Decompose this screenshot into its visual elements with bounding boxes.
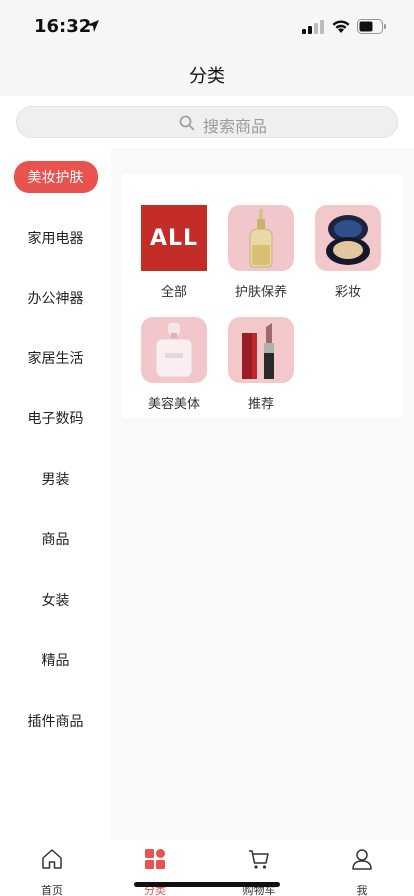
user-icon — [352, 849, 372, 870]
subcategory-recommended[interactable]: 推荐 — [224, 317, 298, 417]
subcategory-label: 推荐 — [247, 397, 274, 412]
cart-icon — [249, 850, 269, 869]
tab-home[interactable]: 首页 — [12, 846, 92, 896]
search-bar: 搜索商品 — [0, 96, 414, 148]
nav-bar: 分类 — [0, 50, 414, 96]
sidebar-item-products[interactable]: 商品 — [0, 519, 111, 559]
status-bar: 16:32 — [0, 0, 414, 50]
sidebar-item-label: 男装 — [41, 472, 70, 488]
subcategory-label: 护肤保养 — [234, 285, 287, 300]
subcategory-label: 彩妆 — [334, 285, 361, 300]
subcategory-panel: ALL 全部 护肤保养 彩妆 美容美体 推荐 — [121, 174, 403, 418]
tab-bar: 首页 分类 购物车 我 — [0, 840, 414, 896]
subcategory-all[interactable]: ALL 全部 — [137, 205, 211, 305]
sidebar-item-menswear[interactable]: 男装 — [0, 459, 111, 499]
sidebar-item-electronics[interactable]: 电子数码 — [0, 398, 111, 438]
sidebar-item-label: 家用电器 — [27, 231, 84, 247]
sidebar-item-label: 办公神器 — [27, 291, 84, 307]
home-indicator — [134, 882, 280, 887]
sidebar-item-label: 家居生活 — [27, 351, 84, 367]
battery-icon — [357, 19, 386, 34]
search-icon — [179, 115, 195, 131]
sidebar-item-boutique[interactable]: 精品 — [0, 640, 111, 680]
page-title: 分类 — [189, 66, 225, 87]
sidebar-item-appliances[interactable]: 家用电器 — [0, 218, 111, 258]
sidebar-item-label: 电子数码 — [27, 411, 84, 427]
subcategory-makeup[interactable]: 彩妆 — [311, 205, 385, 305]
wifi-icon — [332, 20, 350, 33]
subcategory-label: 全部 — [160, 285, 187, 300]
category-icon — [145, 849, 165, 869]
cushion-compact-thumbnail — [315, 205, 381, 271]
sidebar-item-plugin-products[interactable]: 插件商品 — [0, 701, 111, 741]
sidebar-item-womenswear[interactable]: 女装 — [0, 580, 111, 620]
perfume-bottle-thumbnail — [141, 317, 207, 383]
search-placeholder: 搜索商品 — [203, 117, 268, 136]
search-input[interactable]: 搜索商品 — [16, 106, 398, 138]
tab-me[interactable]: 我 — [322, 846, 402, 896]
sidebar-item-office[interactable]: 办公神器 — [0, 278, 111, 318]
subcategory-label: 美容美体 — [147, 397, 200, 412]
tab-label: 我 — [356, 884, 368, 896]
sidebar-item-label: 女装 — [41, 593, 70, 609]
tab-category[interactable]: 分类 — [115, 846, 195, 896]
lipstick-icon — [242, 323, 274, 379]
sidebar-item-label: 商品 — [41, 532, 70, 548]
sidebar-item-home-living[interactable]: 家居生活 — [0, 338, 111, 378]
sidebar-item-label: 美妆护肤 — [13, 161, 98, 193]
serum-bottle-icon — [249, 209, 273, 268]
home-icon — [42, 849, 62, 869]
category-content: ALL 全部 护肤保养 彩妆 美容美体 推荐 — [111, 148, 414, 840]
perfume-bottle-icon — [155, 323, 193, 378]
serum-bottle-thumbnail — [228, 205, 294, 271]
all-thumbnail: ALL — [141, 205, 207, 271]
subcategory-skincare[interactable]: 护肤保养 — [224, 205, 298, 305]
category-sidebar: 美妆护肤 家用电器 办公神器 家居生活 电子数码 男装 商品 女装 精品 插件商… — [0, 148, 111, 840]
status-time: 16:32 — [34, 16, 92, 37]
sidebar-item-beauty[interactable]: 美妆护肤 — [0, 157, 111, 197]
sidebar-item-label: 精品 — [41, 653, 70, 669]
sidebar-item-label: 插件商品 — [27, 714, 84, 730]
lipstick-thumbnail — [228, 317, 294, 383]
cushion-compact-icon — [326, 215, 370, 265]
location-arrow-icon — [87, 20, 99, 32]
cellular-signal-icon — [302, 20, 324, 34]
tab-cart[interactable]: 购物车 — [219, 846, 299, 896]
tab-label: 首页 — [41, 884, 63, 896]
subcategory-beauty-body[interactable]: 美容美体 — [137, 317, 211, 417]
all-thumbnail-text: ALL — [149, 225, 199, 251]
